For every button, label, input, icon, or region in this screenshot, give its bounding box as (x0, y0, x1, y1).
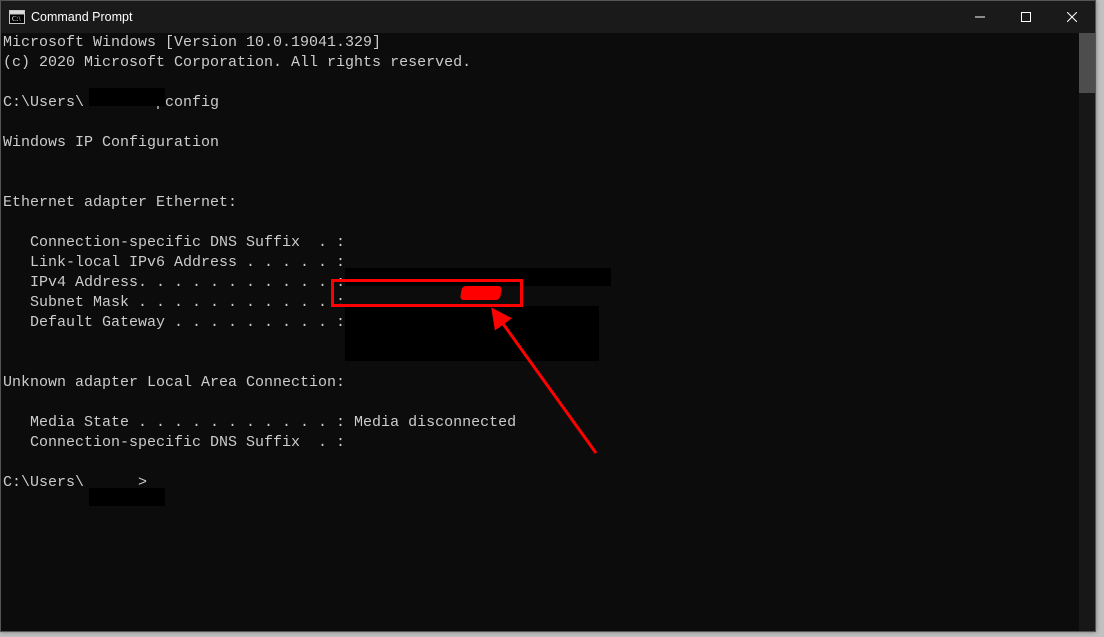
output-line: Default Gateway . . . . . . . . . : (3, 314, 345, 331)
output-heading: Windows IP Configuration (3, 134, 219, 151)
maximize-button[interactable] (1003, 1, 1049, 33)
cmd-window: C:\ Command Prompt Microsoft Windows [Ve… (0, 0, 1096, 632)
cmd-icon: C:\ (9, 9, 25, 25)
output-line: (c) 2020 Microsoft Corporation. All righ… (3, 54, 471, 71)
minimize-button[interactable] (957, 1, 1003, 33)
prompt-path: C:\Users\ (3, 474, 84, 491)
output-line: Connection-specific DNS Suffix . : (3, 234, 345, 251)
output-line: Media State . . . . . . . . . . . : Medi… (3, 414, 516, 431)
prompt-path: C:\Users\ (3, 94, 84, 111)
terminal-area[interactable]: Microsoft Windows [Version 10.0.19041.32… (1, 33, 1079, 631)
close-button[interactable] (1049, 1, 1095, 33)
output-line: Subnet Mask . . . . . . . . . . . : (3, 294, 345, 311)
scrollbar-thumb[interactable] (1079, 33, 1095, 93)
svg-text:C:\: C:\ (12, 15, 21, 23)
window-controls (957, 1, 1095, 33)
annotation-redaction-smudge (460, 286, 502, 300)
redaction-block (89, 488, 165, 506)
vertical-scrollbar[interactable] (1079, 33, 1095, 631)
titlebar-left: C:\ Command Prompt (1, 9, 132, 25)
redaction-block (345, 268, 611, 286)
ipv4-label: IPv4 Address. . . . . . . . . . . (3, 274, 336, 291)
redaction-block (345, 306, 599, 361)
window-title: Command Prompt (31, 10, 132, 24)
adapter-heading: Unknown adapter Local Area Connection: (3, 374, 345, 391)
output-line: Microsoft Windows [Version 10.0.19041.32… (3, 34, 381, 51)
output-line: Link-local IPv6 Address . . . . . : (3, 254, 345, 271)
adapter-heading: Ethernet adapter Ethernet: (3, 194, 237, 211)
titlebar[interactable]: C:\ Command Prompt (1, 1, 1095, 33)
redaction-block (89, 88, 165, 106)
client-area: Microsoft Windows [Version 10.0.19041.32… (1, 33, 1095, 631)
output-line: Connection-specific DNS Suffix . : (3, 434, 345, 451)
